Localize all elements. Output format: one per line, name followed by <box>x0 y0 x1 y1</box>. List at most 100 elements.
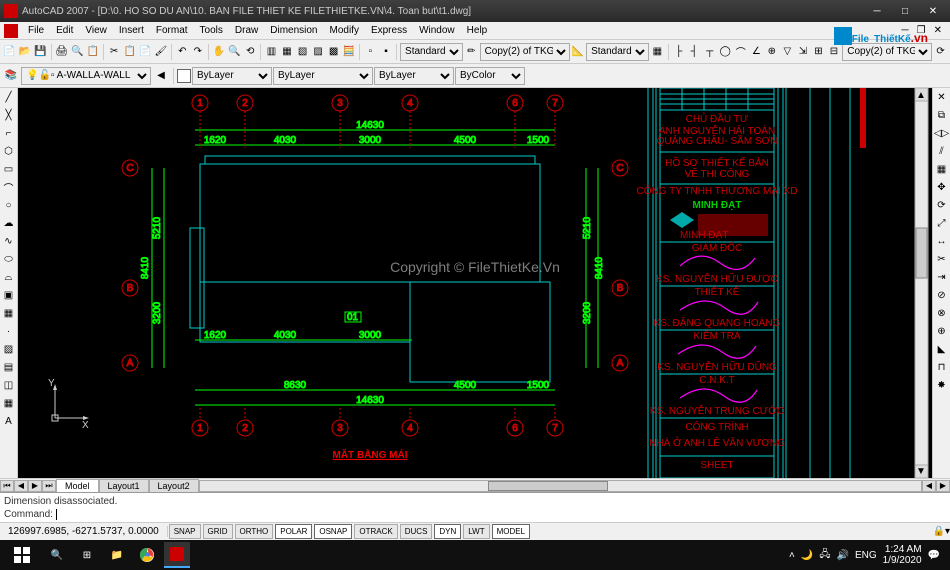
tray-weather-icon[interactable]: 🌙 <box>801 550 813 561</box>
pline-icon[interactable]: ⌐ <box>0 124 17 142</box>
hscroll-left-button[interactable]: ◀ <box>922 480 936 492</box>
open-icon[interactable]: 📂 <box>18 43 33 61</box>
status-annotation-icon[interactable]: ▾ <box>945 526 950 537</box>
redo-icon[interactable]: ↷ <box>191 43 206 61</box>
fillet-icon[interactable]: ⊓ <box>933 358 950 376</box>
print-icon[interactable]: 🖨 <box>54 43 69 61</box>
style3-select[interactable]: Standard <box>586 43 649 61</box>
extend-icon[interactable]: ⇥ <box>933 268 950 286</box>
menu-help[interactable]: Help <box>461 23 494 38</box>
command-area[interactable]: Dimension disassociated. Command: <box>0 492 950 522</box>
color-swatch[interactable] <box>177 69 191 83</box>
dim10-icon[interactable]: ⊞ <box>811 43 826 61</box>
status-tray-icon[interactable]: 🔒 <box>933 526 945 537</box>
tab-next-button[interactable]: ▶ <box>28 480 42 492</box>
menu-window[interactable]: Window <box>413 23 461 38</box>
tab-layout2[interactable]: Layout2 <box>149 479 199 492</box>
style2-btn-icon[interactable]: 📐 <box>571 43 586 61</box>
properties-icon[interactable]: ▥ <box>264 43 279 61</box>
toggle-osnap[interactable]: OSNAP <box>314 524 352 539</box>
task-search-icon[interactable]: 🔍 <box>44 542 70 568</box>
calc-icon[interactable]: 🧮 <box>342 43 357 61</box>
menu-view[interactable]: View <box>79 23 113 38</box>
block-icon[interactable]: ▫ <box>363 43 378 61</box>
insert-icon[interactable]: ▣ <box>0 286 17 304</box>
publish-icon[interactable]: 📋 <box>86 43 101 61</box>
dim9-icon[interactable]: ⇲ <box>796 43 811 61</box>
revcloud-icon[interactable]: ☁ <box>0 214 17 232</box>
linetype-select[interactable]: ByLayer <box>273 67 373 85</box>
task-chrome-icon[interactable] <box>134 542 160 568</box>
explode-icon[interactable]: ✸ <box>933 376 950 394</box>
lineweight-select[interactable]: ByLayer <box>374 67 454 85</box>
task-autocad-icon[interactable] <box>164 542 190 568</box>
hscroll-thumb[interactable] <box>488 481 608 491</box>
minimize-button[interactable]: ─ <box>864 3 890 19</box>
toggle-otrack[interactable]: OTRACK <box>354 524 397 539</box>
menu-edit[interactable]: Edit <box>50 23 79 38</box>
ellipse-icon[interactable]: ⬭ <box>0 250 17 268</box>
break2-icon[interactable]: ⊗ <box>933 304 950 322</box>
point-icon[interactable]: · <box>0 322 17 340</box>
layer-combo[interactable]: 💡🔓▫ A-WALLA-WALL <box>21 67 151 85</box>
tab-first-button[interactable]: ⏮ <box>0 480 14 492</box>
tray-lang[interactable]: ENG <box>855 550 877 561</box>
xline-icon[interactable]: ╳ <box>0 106 17 124</box>
match-icon[interactable]: 🖌 <box>154 43 169 61</box>
designcenter-icon[interactable]: ▦ <box>280 43 295 61</box>
spline-icon[interactable]: ∿ <box>0 232 17 250</box>
task-view-icon[interactable]: ⊞ <box>74 542 100 568</box>
start-button[interactable] <box>4 542 40 568</box>
mirror-icon[interactable]: ◁▷ <box>933 124 950 142</box>
tray-network-icon[interactable]: 🖧 <box>819 547 830 564</box>
toggle-dyn[interactable]: DYN <box>434 524 461 539</box>
rotate-icon[interactable]: ⟳ <box>933 196 950 214</box>
tray-up-icon[interactable]: ˄ <box>789 550 795 561</box>
hscroll-right-button[interactable]: ▶ <box>936 480 950 492</box>
style1-btn-icon[interactable]: ✏ <box>464 43 479 61</box>
gradient-icon[interactable]: ▤ <box>0 358 17 376</box>
close-button[interactable]: ✕ <box>920 3 946 19</box>
plotstyle-select[interactable]: ByColor <box>455 67 525 85</box>
drawing-canvas[interactable]: Y X 01 14630 <box>18 88 932 478</box>
polygon-icon[interactable]: ⬡ <box>0 142 17 160</box>
paste-icon[interactable]: 📄 <box>138 43 153 61</box>
new-icon[interactable]: 📄 <box>2 43 17 61</box>
toggle-snap[interactable]: SNAP <box>169 524 201 539</box>
toggle-grid[interactable]: GRID <box>203 524 233 539</box>
move-icon[interactable]: ✥ <box>933 178 950 196</box>
doc-close-button[interactable]: ✕ <box>930 23 946 38</box>
offset-icon[interactable]: ⫽ <box>933 142 950 160</box>
rect-icon[interactable]: ▭ <box>0 160 17 178</box>
dim7-icon[interactable]: ⊕ <box>765 43 780 61</box>
toggle-model[interactable]: MODEL <box>492 524 530 539</box>
tab-model[interactable]: Model <box>56 479 99 492</box>
tool-palette-icon[interactable]: ▧ <box>295 43 310 61</box>
dim2-icon[interactable]: ┤ <box>687 43 702 61</box>
cut-icon[interactable]: ✂ <box>107 43 122 61</box>
circle-icon[interactable]: ○ <box>0 196 17 214</box>
save-icon[interactable]: 💾 <box>33 43 48 61</box>
scale-icon[interactable]: ⤢ <box>933 214 950 232</box>
pan-icon[interactable]: ✋ <box>212 43 227 61</box>
menu-insert[interactable]: Insert <box>113 23 150 38</box>
toggle-ducs[interactable]: DUCS <box>400 524 433 539</box>
ellipse-arc-icon[interactable]: ⌓ <box>0 268 17 286</box>
sheet-set-icon[interactable]: ▨ <box>311 43 326 61</box>
style1-select[interactable]: Standard <box>400 43 463 61</box>
menu-express[interactable]: Express <box>365 23 413 38</box>
dim-update-icon[interactable]: ⟳ <box>933 43 948 61</box>
layer-prev-icon[interactable]: ◀ <box>152 67 170 85</box>
zoom-prev-icon[interactable]: ⟲ <box>243 43 258 61</box>
hscroll-track[interactable] <box>199 480 922 492</box>
menu-modify[interactable]: Modify <box>324 23 365 38</box>
maximize-button[interactable]: □ <box>892 3 918 19</box>
tab-prev-button[interactable]: ◀ <box>14 480 28 492</box>
tray-sound-icon[interactable]: 🔊 <box>836 550 848 561</box>
dim1-icon[interactable]: ├ <box>671 43 686 61</box>
table-icon[interactable]: ▦ <box>0 394 17 412</box>
region-icon[interactable]: ◫ <box>0 376 17 394</box>
task-explorer-icon[interactable]: 📁 <box>104 542 130 568</box>
undo-icon[interactable]: ↶ <box>175 43 190 61</box>
block2-icon[interactable]: ▪ <box>379 43 394 61</box>
